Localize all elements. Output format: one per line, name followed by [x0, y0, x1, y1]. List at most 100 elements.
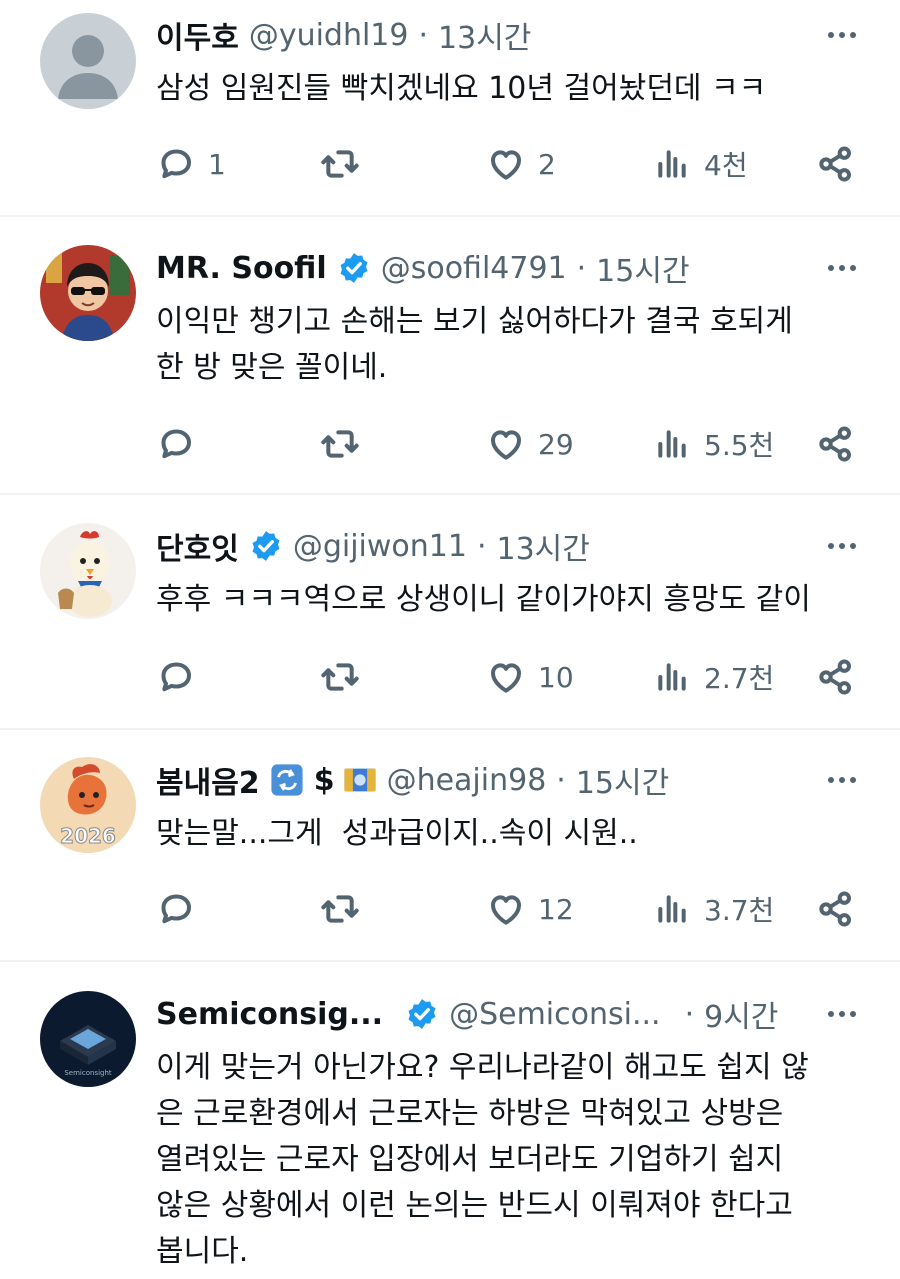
- views-button[interactable]: 2.7천: [652, 652, 774, 702]
- share-icon: [816, 144, 856, 184]
- horse-avatar-icon: 2026: [40, 757, 136, 853]
- separator-dot: ·: [556, 762, 566, 798]
- verified-badge-icon: [337, 251, 371, 285]
- dollar-sign: $: [313, 762, 335, 798]
- reply-count: 1: [208, 147, 226, 181]
- view-count: 5.5천: [704, 429, 775, 462]
- views-button[interactable]: 5.5천: [652, 419, 774, 469]
- share-button[interactable]: [816, 652, 856, 702]
- share-button[interactable]: [816, 139, 856, 189]
- reply-button[interactable]: 1: [156, 139, 226, 189]
- retweet-button[interactable]: [320, 419, 360, 469]
- heart-icon: [486, 657, 526, 697]
- more-icon[interactable]: [824, 253, 860, 283]
- reply-icon: [156, 424, 196, 464]
- reply-icon: [156, 889, 196, 929]
- avatar[interactable]: [40, 523, 136, 619]
- reply-button[interactable]: [156, 652, 196, 702]
- tweet[interactable]: 2026 봄내음2 $ @heajin98 · 15시간 맞는말...그게 성과…: [0, 730, 900, 960]
- cartoon-avatar-icon: [40, 245, 136, 341]
- user-handle[interactable]: @gijiwon11: [293, 529, 467, 564]
- more-icon[interactable]: [824, 999, 860, 1029]
- avatar-year-text: 2026: [60, 824, 116, 848]
- separator-dot: ·: [418, 17, 429, 53]
- separator-dot: ·: [576, 250, 587, 286]
- timestamp[interactable]: 13시간: [497, 524, 590, 568]
- tweet-text: 삼성 임원진들 빡치겠네요 10년 걸어놨던데 ㅋㅋ: [156, 71, 767, 106]
- timestamp[interactable]: 15시간: [576, 758, 669, 802]
- reply-icon: [156, 657, 196, 697]
- timestamp[interactable]: 15시간: [596, 246, 689, 290]
- action-bar: 10 2.7천: [156, 652, 866, 702]
- tweet[interactable]: Semiconsight Semiconsig... @Semiconsi...…: [0, 962, 900, 1279]
- avatar[interactable]: Semiconsight: [40, 991, 136, 1087]
- reply-icon: [156, 144, 196, 184]
- more-icon[interactable]: [824, 765, 860, 795]
- tweet-text: 맞는말...그게 성과급이지..속이 시원..: [156, 816, 638, 851]
- user-name[interactable]: 이두호: [156, 13, 239, 57]
- user-name[interactable]: 단호잇: [156, 524, 239, 568]
- share-icon: [816, 889, 856, 929]
- retweet-icon: [320, 144, 360, 184]
- tweet-text: 이익만 챙기고 손해는 보기 싫어하다가 결국 호되게 한 방 맞은 꼴이네.: [156, 304, 793, 385]
- action-bar: 1 2 4천: [156, 139, 866, 189]
- share-button[interactable]: [816, 884, 856, 934]
- timestamp[interactable]: 9시간: [704, 992, 778, 1036]
- heart-icon: [486, 889, 526, 929]
- like-button[interactable]: 2: [486, 139, 556, 189]
- retweet-icon: [320, 889, 360, 929]
- timestamp[interactable]: 13시간: [438, 13, 531, 57]
- user-handle[interactable]: @Semiconsi...: [449, 997, 661, 1032]
- like-count: 2: [538, 147, 556, 181]
- view-count: 4천: [704, 149, 748, 182]
- avatar[interactable]: [40, 245, 136, 341]
- retweet-icon: [320, 424, 360, 464]
- user-name[interactable]: Semiconsig...: [156, 997, 383, 1032]
- tweet-header: MR. Soofil @soofil4791 · 15시간: [156, 245, 870, 291]
- retweet-button[interactable]: [320, 884, 360, 934]
- user-name[interactable]: MR. Soofil: [156, 251, 327, 286]
- views-button[interactable]: 3.7천: [652, 884, 774, 934]
- share-icon: [816, 424, 856, 464]
- like-count: 12: [538, 892, 574, 926]
- tweet-header: Semiconsig... @Semiconsi... · 9시간: [156, 991, 870, 1037]
- like-count: 10: [538, 660, 574, 694]
- retweet-icon: [320, 657, 360, 697]
- tweet[interactable]: MR. Soofil @soofil4791 · 15시간 이익만 챙기고 손해…: [0, 217, 900, 493]
- views-button[interactable]: 4천: [652, 139, 748, 189]
- views-icon: [652, 657, 692, 697]
- share-button[interactable]: [816, 419, 856, 469]
- retweet-button[interactable]: [320, 652, 360, 702]
- like-button[interactable]: 10: [486, 652, 574, 702]
- user-handle[interactable]: @heajin98: [387, 763, 547, 798]
- default-avatar-icon: [40, 13, 136, 109]
- like-button[interactable]: 29: [486, 419, 574, 469]
- avatar-label-text: Semiconsight: [64, 1069, 112, 1077]
- share-icon: [816, 657, 856, 697]
- view-count: 2.7천: [704, 662, 775, 695]
- tweet[interactable]: 단호잇 @gijiwon11 · 13시간 후후 ㅋㅋㅋ역으로 상생이니 같이가…: [0, 495, 900, 728]
- retweet-button[interactable]: [320, 139, 360, 189]
- chip-avatar-icon: Semiconsight: [40, 991, 136, 1087]
- heart-icon: [486, 144, 526, 184]
- separator-dot: ·: [684, 996, 695, 1032]
- action-bar: 29 5.5천: [156, 419, 866, 469]
- more-icon[interactable]: [824, 531, 860, 561]
- tweet-text: 이게 맞는거 아닌가요? 우리나라같이 해고도 쉽지 않 은 근로환경에서 근로…: [156, 1050, 809, 1269]
- chicken-avatar-icon: [40, 523, 136, 619]
- reply-button[interactable]: [156, 419, 196, 469]
- more-icon[interactable]: [824, 20, 860, 50]
- user-name[interactable]: 봄내음2: [156, 758, 260, 802]
- views-icon: [652, 889, 692, 929]
- tweet[interactable]: 이두호 @yuidhl19 · 13시간 삼성 임원진들 빡치겠네요 10년 걸…: [0, 0, 900, 215]
- avatar[interactable]: [40, 13, 136, 109]
- tweet-header: 이두호 @yuidhl19 · 13시간: [156, 12, 870, 58]
- user-handle[interactable]: @yuidhl19: [249, 18, 409, 53]
- avatar[interactable]: 2026: [40, 757, 136, 853]
- tweet-header: 봄내음2 $ @heajin98 · 15시간: [156, 757, 870, 803]
- user-handle[interactable]: @soofil4791: [381, 251, 567, 286]
- reply-button[interactable]: [156, 884, 196, 934]
- euro-banknote-icon: [343, 763, 377, 797]
- like-button[interactable]: 12: [486, 884, 574, 934]
- action-bar: 12 3.7천: [156, 884, 866, 934]
